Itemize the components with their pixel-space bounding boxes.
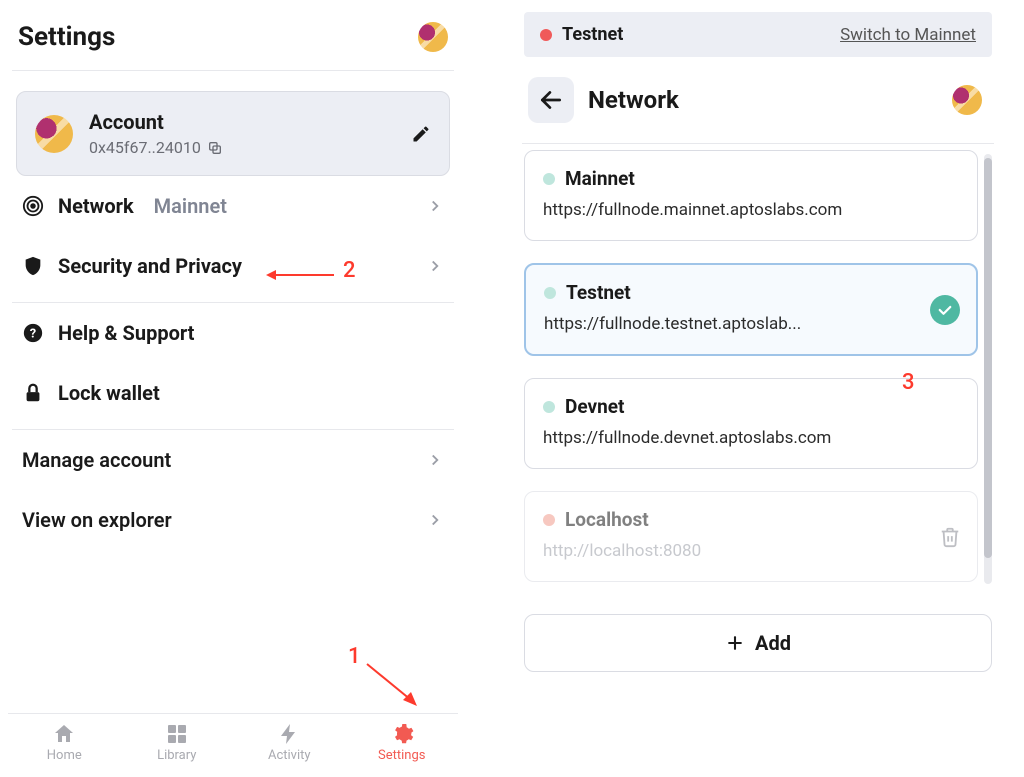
network-name-row: Devnet xyxy=(543,395,959,418)
view-explorer-label: View on explorer xyxy=(22,508,172,532)
divider xyxy=(12,70,454,71)
nav-activity[interactable]: Activity xyxy=(233,722,346,763)
divider xyxy=(522,143,994,144)
network-name: Testnet xyxy=(566,281,631,304)
copy-icon[interactable] xyxy=(207,140,223,156)
status-dot-icon xyxy=(543,514,555,526)
network-name: Localhost xyxy=(565,508,649,531)
account-info: Account 0x45f67..24010 xyxy=(89,110,223,157)
nav-settings-label: Settings xyxy=(378,748,425,763)
banner-left: Testnet xyxy=(540,24,623,45)
manage-account-label: Manage account xyxy=(22,448,171,472)
settings-header: Settings xyxy=(8,10,458,70)
nav-library[interactable]: Library xyxy=(121,722,234,763)
help-label: Help & Support xyxy=(58,321,194,345)
page-title: Settings xyxy=(18,22,115,52)
gear-icon xyxy=(390,722,414,746)
network-name-row: Mainnet xyxy=(543,167,959,190)
network-url: https://fullnode.mainnet.aptoslabs.com xyxy=(543,200,959,220)
network-name: Mainnet xyxy=(565,167,635,190)
chevron-right-icon xyxy=(426,257,444,275)
network-url: http://localhost:8080 xyxy=(543,541,959,561)
network-url: https://fullnode.testnet.aptoslab... xyxy=(544,314,958,334)
network-name: Devnet xyxy=(565,395,624,418)
help-row[interactable]: ? Help & Support xyxy=(8,303,458,363)
check-icon xyxy=(930,295,960,325)
network-card-mainnet[interactable]: Mainnet https://fullnode.mainnet.aptoslab… xyxy=(524,150,978,241)
status-dot-icon xyxy=(543,401,555,413)
nav-home[interactable]: Home xyxy=(8,722,121,763)
annotation-arrow-1 xyxy=(365,662,425,712)
switch-mainnet-link[interactable]: Switch to Mainnet xyxy=(840,25,976,45)
network-card-localhost[interactable]: Localhost http://localhost:8080 xyxy=(524,491,978,582)
network-label: Network xyxy=(58,194,134,218)
back-button[interactable] xyxy=(528,77,574,123)
account-card[interactable]: Account 0x45f67..24010 xyxy=(16,91,450,176)
chevron-right-icon xyxy=(426,451,444,469)
shield-icon xyxy=(22,255,44,277)
chevron-right-icon xyxy=(426,197,444,215)
security-label: Security and Privacy xyxy=(58,254,242,278)
avatar[interactable] xyxy=(418,22,448,52)
scrollbar[interactable] xyxy=(984,154,992,584)
broadcast-icon xyxy=(22,195,44,217)
chevron-right-icon xyxy=(426,511,444,529)
network-header: Network xyxy=(518,57,998,143)
network-title: Network xyxy=(588,86,938,114)
annotation-3: 3 xyxy=(902,370,915,395)
manage-account-row[interactable]: Manage account xyxy=(8,430,458,490)
trash-icon[interactable] xyxy=(939,526,961,548)
status-dot-icon xyxy=(540,29,552,41)
security-row[interactable]: Security and Privacy xyxy=(8,236,458,296)
annotation-1: 1 xyxy=(348,644,361,669)
lock-icon xyxy=(22,382,44,404)
network-banner: Testnet Switch to Mainnet xyxy=(524,12,992,57)
annotation-2: 2 xyxy=(343,258,356,283)
view-explorer-row[interactable]: View on explorer xyxy=(8,490,458,550)
nav-activity-label: Activity xyxy=(268,748,311,763)
network-name-row: Localhost xyxy=(543,508,959,531)
add-network-button[interactable]: Add xyxy=(524,614,992,672)
avatar[interactable] xyxy=(952,85,982,115)
network-panel: Testnet Switch to Mainnet Network Mainne… xyxy=(518,10,998,767)
settings-panel: Settings Account 0x45f67..24010 xyxy=(8,10,458,767)
nav-home-label: Home xyxy=(47,748,82,763)
add-label: Add xyxy=(755,631,791,655)
network-row[interactable]: Network Mainnet xyxy=(8,176,458,236)
edit-icon[interactable] xyxy=(411,124,431,144)
network-url: https://fullnode.devnet.aptoslabs.com xyxy=(543,428,959,448)
network-card-testnet[interactable]: Testnet https://fullnode.testnet.aptoslab… xyxy=(524,263,978,356)
status-dot-icon xyxy=(543,173,555,185)
lock-label: Lock wallet xyxy=(58,381,160,405)
network-value: Mainnet xyxy=(154,194,227,218)
network-name-row: Testnet xyxy=(544,281,958,304)
account-address: 0x45f67..24010 xyxy=(89,138,201,157)
bottom-nav: Home Library Activity Settings xyxy=(8,713,458,767)
home-icon xyxy=(52,722,76,746)
svg-text:?: ? xyxy=(30,327,36,342)
banner-label: Testnet xyxy=(562,24,623,45)
status-dot-icon xyxy=(544,287,556,299)
annotation-arrow-2 xyxy=(266,266,336,284)
account-address-row: 0x45f67..24010 xyxy=(89,138,223,157)
help-icon: ? xyxy=(22,322,44,344)
nav-settings[interactable]: Settings xyxy=(346,722,459,763)
bolt-icon xyxy=(277,722,301,746)
account-title: Account xyxy=(89,110,223,134)
network-list: Mainnet https://fullnode.mainnet.aptoslab… xyxy=(524,150,992,604)
account-avatar xyxy=(35,115,73,153)
grid-icon xyxy=(165,722,189,746)
nav-library-label: Library xyxy=(157,748,196,763)
lock-row[interactable]: Lock wallet xyxy=(8,363,458,423)
